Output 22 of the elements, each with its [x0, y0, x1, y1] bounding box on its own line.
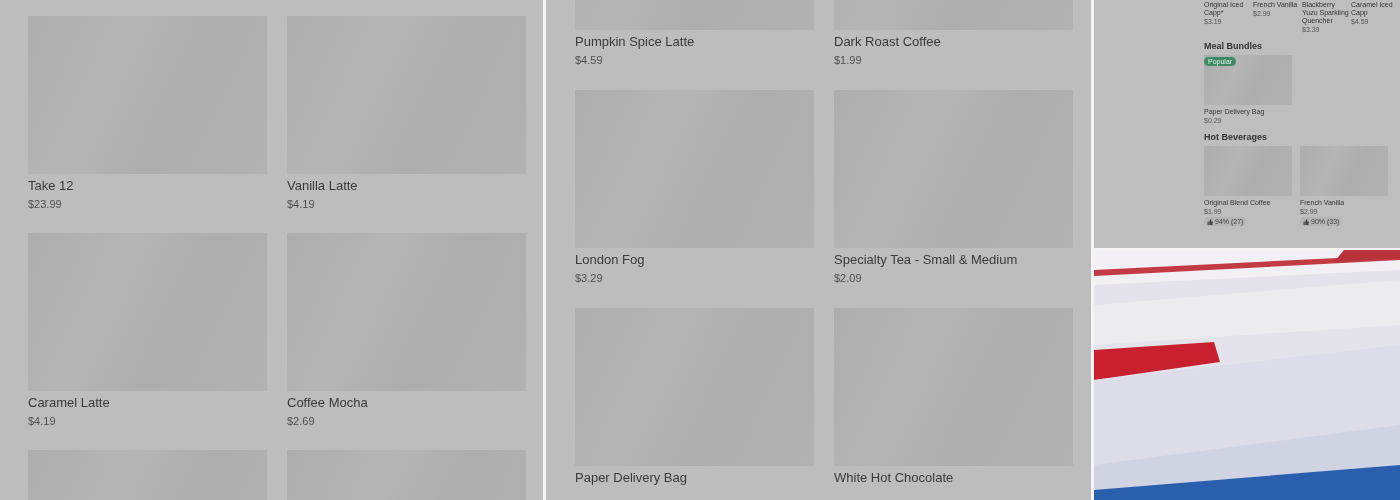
- item-name[interactable]: Dark Roast Coffee: [834, 33, 1073, 51]
- item-price: $23.99: [28, 197, 63, 212]
- item-name[interactable]: Caramel Latte: [28, 394, 267, 412]
- item-price: $4.19: [28, 414, 57, 429]
- item-price: $2.09: [834, 271, 863, 286]
- item-name[interactable]: Paper Delivery Bag: [575, 469, 814, 487]
- item-name[interactable]: Vanilla Latte: [287, 177, 526, 195]
- item-name[interactable]: Pumpkin Spice Latte: [575, 33, 814, 51]
- item-name[interactable]: Specialty Tea - Small & Medium: [834, 251, 1073, 269]
- item-name[interactable]: Coffee Mocha: [287, 394, 526, 412]
- item-price: $4.59: [575, 53, 604, 68]
- item-name[interactable]: London Fog: [575, 251, 814, 269]
- section-heading: Hot Beverages: [1204, 132, 1269, 143]
- item-price: $4.19: [287, 197, 316, 212]
- item-name[interactable]: White Hot Chocolate: [834, 469, 1073, 487]
- item-name[interactable]: Take 12: [28, 177, 267, 195]
- thumbs-up-icon: [1303, 218, 1309, 225]
- item-price: $1.99: [834, 53, 863, 68]
- thumbs-up-icon: [1207, 218, 1213, 225]
- section-heading: Meal Bundles: [1204, 41, 1263, 52]
- item-price: $3.29: [575, 271, 604, 286]
- item-price: $2.69: [287, 414, 316, 429]
